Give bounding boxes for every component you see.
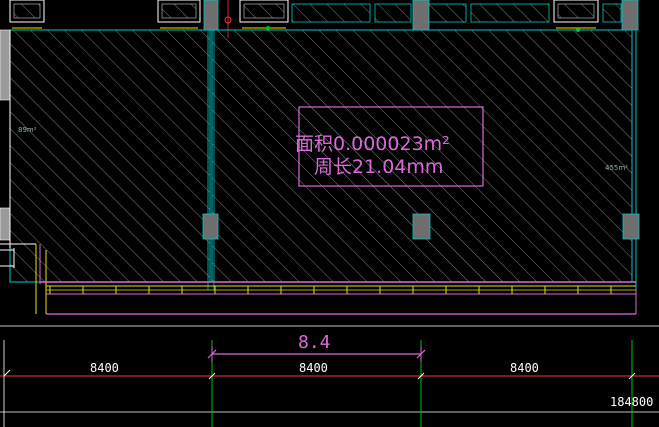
left-wall-column-lower — [0, 207, 11, 241]
column-3 — [622, 213, 640, 240]
bay-dimension-1: 8400 — [90, 361, 119, 375]
bay-dimension-3: 8400 — [510, 361, 539, 375]
column-2 — [412, 213, 431, 240]
room-area-right: 455m² — [605, 164, 628, 172]
bay-dimension-2: 8400 — [299, 361, 328, 375]
area-label: 面积0.000023m² — [295, 133, 450, 155]
cad-canvas[interactable]: 面积0.000023m² 周长21.04mm 89m² 455m² 8.4 84… — [0, 0, 659, 427]
left-wall-column — [0, 29, 11, 101]
magenta-dimension-value: 8.4 — [298, 332, 331, 353]
perimeter-label: 周长21.04mm — [314, 156, 443, 178]
total-dimension: 184800 — [610, 395, 653, 409]
room-area-left: 89m² — [18, 126, 37, 134]
column-1 — [202, 213, 219, 240]
